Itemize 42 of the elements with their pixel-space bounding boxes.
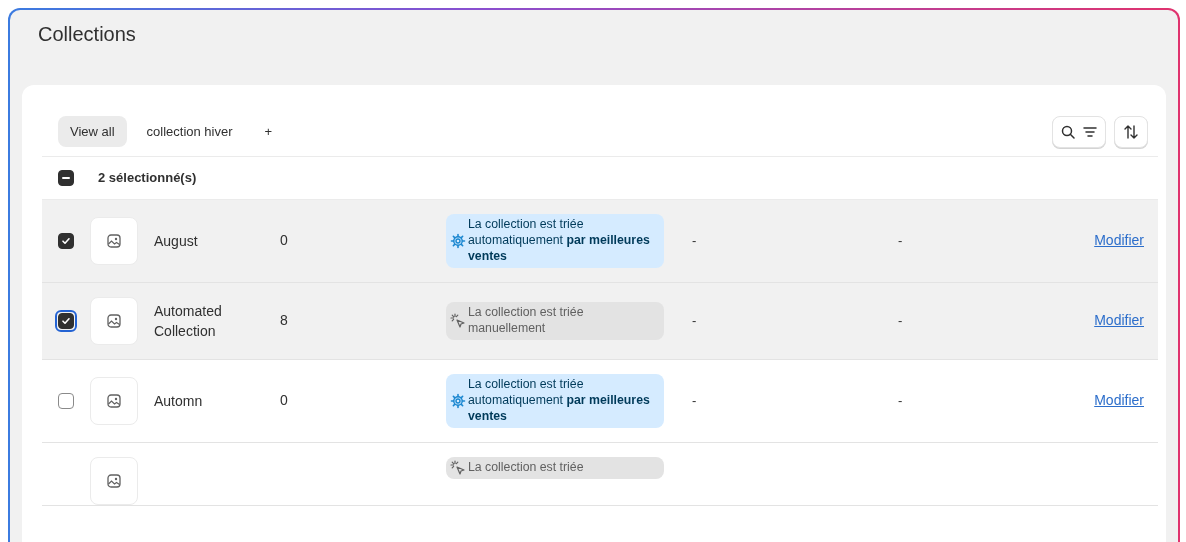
sort-icon	[1123, 124, 1139, 139]
collection-name: August	[154, 231, 199, 251]
product-count: 0	[280, 391, 289, 411]
collection-name: Automn	[154, 391, 204, 411]
table-cell-text: -	[897, 392, 904, 411]
search-icon	[1061, 124, 1075, 139]
image-icon	[107, 313, 121, 328]
cursor-click-icon	[450, 312, 466, 329]
cursor-click-icon	[450, 459, 466, 476]
page-title: Collections	[37, 22, 137, 47]
tab[interactable]: collection hiver	[134, 115, 245, 148]
check-icon	[61, 235, 71, 246]
gear-icon	[450, 392, 466, 409]
table-cell-text: -	[691, 392, 698, 411]
check-icon	[61, 315, 71, 326]
edit-link[interactable]: Modifier	[1094, 230, 1144, 252]
image-icon	[107, 233, 121, 248]
table-cell-text: -	[691, 232, 698, 251]
sort-button[interactable]	[1114, 115, 1148, 148]
search-filter-button[interactable]	[1052, 115, 1106, 148]
table-cell-text: -	[897, 312, 904, 331]
collection-name: Automated Collection	[154, 301, 223, 341]
table-cell-text: -	[897, 232, 904, 251]
edit-link[interactable]: Modifier	[1094, 390, 1144, 412]
product-count: 8	[280, 311, 289, 331]
product-count: 0	[280, 231, 289, 251]
sort-status-badge: La collection est triée automatiquement par meilleures ventes	[446, 373, 664, 428]
table-cell-text: -	[691, 312, 698, 331]
checkbox[interactable]	[58, 170, 74, 186]
tab[interactable]: +	[252, 115, 285, 148]
selection-count: 2 sélectionné(s)	[98, 169, 197, 188]
sort-status-badge: La collection est triée	[446, 456, 664, 479]
image-icon	[107, 393, 121, 408]
image-icon	[107, 473, 121, 488]
checkbox[interactable]	[58, 392, 74, 409]
edit-link[interactable]: Modifier	[1094, 310, 1144, 332]
sort-status-badge: La collection est triée automatiquement par meilleures ventes	[446, 214, 664, 268]
filter-icon	[1083, 125, 1097, 138]
checkbox[interactable]	[58, 232, 74, 249]
gear-icon	[450, 232, 466, 249]
sort-status-badge: La collection est triée manuellement	[446, 301, 664, 340]
tab[interactable]: View all	[58, 115, 127, 148]
